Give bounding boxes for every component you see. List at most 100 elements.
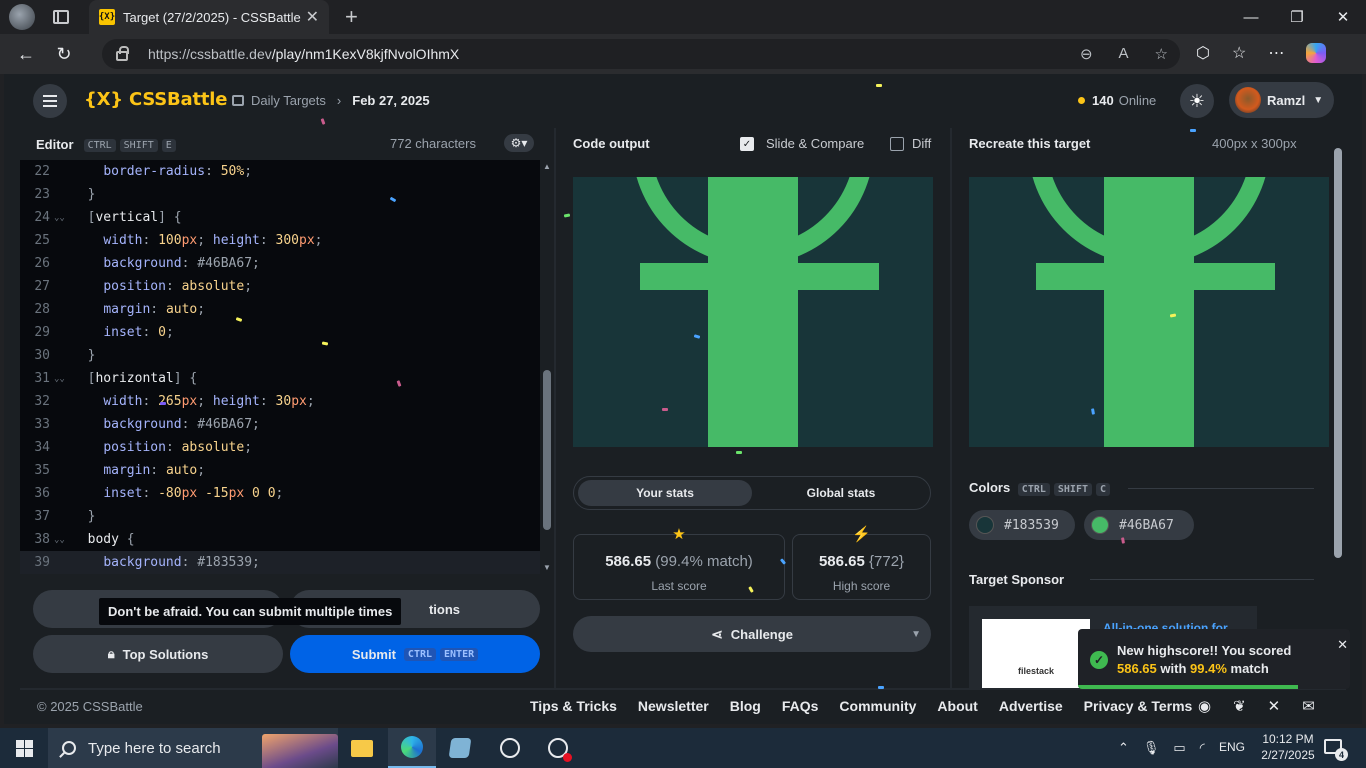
- tab-actions-icon[interactable]: [53, 10, 69, 24]
- chevron-down-icon[interactable]: ▼: [911, 629, 921, 640]
- challenge-button[interactable]: ⋖ Challenge ▼: [573, 616, 931, 652]
- code-line[interactable]: 39 background: #183539;: [20, 551, 554, 574]
- minimize-icon[interactable]: —: [1228, 0, 1274, 34]
- url-field[interactable]: https://cssbattle.dev/play/nm1KexV8kjfNv…: [102, 39, 1180, 69]
- code-line[interactable]: 32 width: 265 px; height: 30 px;: [20, 390, 554, 413]
- line-number: 30: [34, 348, 50, 363]
- slide-compare-checkbox[interactable]: ✓: [740, 137, 754, 151]
- editor-settings-button[interactable]: ⚙▾: [504, 134, 534, 152]
- tab-global-stats[interactable]: Global stats: [754, 480, 928, 506]
- edge-app[interactable]: [388, 728, 436, 768]
- chatgpt-app[interactable]: [486, 728, 534, 768]
- language-indicator[interactable]: ENG: [1219, 740, 1245, 754]
- target-scrollbar[interactable]: [1334, 148, 1342, 558]
- code-token: :: [181, 256, 198, 271]
- submit-button[interactable]: Submit CTRL ENTER: [290, 635, 540, 673]
- target-image[interactable]: [969, 177, 1329, 447]
- read-aloud-icon[interactable]: A: [1119, 45, 1129, 63]
- code-output-canvas[interactable]: [573, 177, 933, 447]
- back-icon[interactable]: ←: [10, 44, 42, 65]
- footer-link[interactable]: Newsletter: [638, 698, 709, 714]
- code-line[interactable]: 31 ⌄⌄ [horizontal] {: [20, 367, 554, 390]
- code-token: 0 0: [252, 486, 276, 501]
- color-swatch-green[interactable]: #46BA67: [1084, 510, 1194, 540]
- code-token: 30: [275, 394, 292, 409]
- user-menu-button[interactable]: Ramzl ▼: [1229, 82, 1334, 118]
- footer-link[interactable]: Community: [839, 698, 916, 714]
- fold-icon[interactable]: ⌄⌄: [50, 535, 72, 545]
- taskbar-search[interactable]: Type here to search: [48, 728, 338, 768]
- footer-link[interactable]: Tips & Tricks: [530, 698, 617, 714]
- code-line[interactable]: 33 background: #46BA67;: [20, 413, 554, 436]
- mail-icon[interactable]: ✉: [1302, 697, 1315, 715]
- sponsor-image[interactable]: filestack: [982, 619, 1090, 688]
- tab-close-icon[interactable]: ✕: [306, 7, 319, 27]
- recorder-app[interactable]: [534, 728, 582, 768]
- clock[interactable]: 10:12 PM 2/27/2025: [1256, 731, 1320, 763]
- battery-icon[interactable]: ▭: [1173, 740, 1185, 756]
- code-line[interactable]: 38 ⌄⌄ body {: [20, 528, 554, 551]
- scroll-up-icon[interactable]: ▲: [543, 162, 551, 171]
- lock-icon[interactable]: [116, 46, 129, 61]
- profile-avatar-icon[interactable]: [9, 4, 35, 30]
- editor-scroll-thumb[interactable]: [543, 370, 551, 530]
- zoom-icon[interactable]: ⊖: [1080, 45, 1093, 63]
- diff-checkbox[interactable]: [890, 137, 904, 151]
- scroll-down-icon[interactable]: ▼: [543, 563, 551, 572]
- restore-icon[interactable]: ❐: [1274, 0, 1320, 34]
- wifi-icon[interactable]: ◜: [1200, 740, 1205, 756]
- code-line[interactable]: 25 width: 100 px; height: 300 px;: [20, 229, 554, 252]
- footer-link[interactable]: Privacy & Terms: [1084, 698, 1193, 714]
- slide-compare-label[interactable]: Slide & Compare: [766, 136, 864, 151]
- file-explorer-app[interactable]: [338, 728, 386, 768]
- cssbattle-logo[interactable]: {X} CSSBattle: [84, 89, 227, 110]
- x-icon[interactable]: ✕: [1268, 697, 1281, 715]
- chevron-up-icon[interactable]: ⌃: [1118, 740, 1129, 756]
- diff-label[interactable]: Diff: [912, 136, 931, 151]
- reload-icon[interactable]: ↻: [48, 44, 80, 65]
- code-line[interactable]: 22 border-radius: 50%;: [20, 160, 554, 183]
- code-line[interactable]: 26 background: #46BA67;: [20, 252, 554, 275]
- new-tab-icon[interactable]: +: [345, 4, 358, 30]
- favorites-icon[interactable]: ☆: [1232, 43, 1246, 63]
- color-swatch-dark[interactable]: #183539: [969, 510, 1075, 540]
- code-line[interactable]: 35 margin: auto;: [20, 459, 554, 482]
- toast-close-icon[interactable]: ✕: [1337, 637, 1348, 653]
- discord-icon[interactable]: ◉: [1198, 697, 1211, 715]
- footer-link[interactable]: About: [937, 698, 977, 714]
- code-line[interactable]: 37 }: [20, 505, 554, 528]
- favorite-star-icon[interactable]: ☆: [1155, 45, 1168, 63]
- footer-link[interactable]: Advertise: [999, 698, 1063, 714]
- code-line[interactable]: 28 margin: auto;: [20, 298, 554, 321]
- generic-app[interactable]: [436, 728, 484, 768]
- notification-badge: 4: [1335, 748, 1348, 761]
- windows-start-icon[interactable]: [16, 740, 33, 757]
- bluesky-icon[interactable]: ❦: [1233, 697, 1246, 715]
- fold-icon[interactable]: ⌄⌄: [50, 374, 72, 384]
- code-line[interactable]: 23 }: [20, 183, 554, 206]
- editor-scrollbar[interactable]: ▲ ▼: [540, 160, 554, 574]
- footer-link[interactable]: FAQs: [782, 698, 819, 714]
- code-line[interactable]: 29 inset: 0;: [20, 321, 554, 344]
- code-line[interactable]: 34 position: absolute;: [20, 436, 554, 459]
- code-line[interactable]: 30 }: [20, 344, 554, 367]
- extensions-icon[interactable]: ⬡: [1196, 43, 1210, 63]
- confetti-piece: [160, 402, 166, 405]
- more-icon[interactable]: ⋯: [1268, 43, 1284, 63]
- code-line[interactable]: 24 ⌄⌄ [vertical] {: [20, 206, 554, 229]
- footer-link[interactable]: Blog: [730, 698, 761, 714]
- tab-your-stats[interactable]: Your stats: [578, 480, 752, 506]
- microphone-icon[interactable]: 🎙︎: [1143, 740, 1160, 756]
- code-line[interactable]: 36 inset: -80 px -15 px 0 0;: [20, 482, 554, 505]
- close-window-icon[interactable]: ✕: [1320, 0, 1366, 34]
- star-icon: ★: [672, 526, 686, 543]
- code-editor[interactable]: 22 border-radius: 50%; 23 } 24 ⌄⌄ [vertical…: [20, 160, 554, 574]
- copilot-icon[interactable]: [1306, 43, 1327, 63]
- browser-tab[interactable]: {X} Target (27/2/2025) - CSSBattle ✕: [89, 0, 329, 34]
- menu-button[interactable]: [33, 84, 67, 118]
- theme-toggle-button[interactable]: ☀: [1180, 84, 1214, 118]
- code-line[interactable]: 27 position: absolute;: [20, 275, 554, 298]
- top-solutions-button[interactable]: 🔒︎ Top Solutions: [33, 635, 283, 673]
- fold-icon[interactable]: ⌄⌄: [50, 213, 72, 223]
- breadcrumb-daily-targets[interactable]: Daily Targets: [251, 93, 326, 108]
